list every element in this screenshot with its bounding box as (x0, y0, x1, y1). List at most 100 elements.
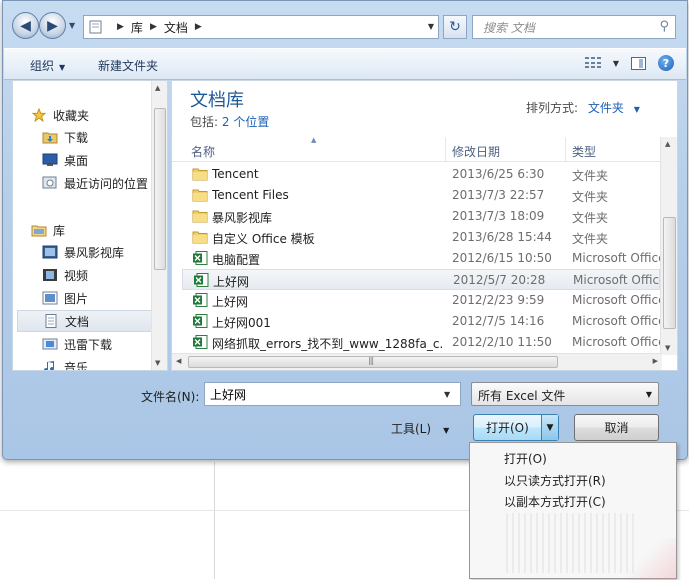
organize-button[interactable]: 组织 ▼ (30, 57, 65, 74)
column-date[interactable]: 修改日期 (452, 143, 500, 160)
menu-item-open-as-copy[interactable]: 以副本方式打开(C) (504, 493, 606, 510)
file-name: 网络抓取_errors_找不到_www_1288fa_c... (212, 337, 442, 351)
file-type: Microsoft Office (573, 273, 663, 287)
column-divider[interactable] (565, 137, 566, 161)
breadcrumb-separator-icon[interactable]: ▶ (150, 22, 157, 32)
tools-menu-button[interactable]: 工具(L) ▼ (391, 420, 449, 437)
refresh-button[interactable]: ↻ (443, 15, 467, 39)
nav-scrollbar[interactable]: ▲ ▼ (151, 81, 167, 370)
arrange-label: 排列方式: (526, 101, 579, 115)
scroll-up-icon[interactable]: ▲ (665, 140, 670, 148)
history-dropdown-icon[interactable]: ▼ (69, 21, 75, 30)
scroll-down-icon[interactable]: ▼ (155, 359, 160, 367)
excel-icon (193, 335, 208, 349)
scroll-left-icon[interactable]: ◀ (176, 357, 181, 365)
nav-item-desktop[interactable]: 桌面 (42, 149, 167, 171)
file-name: Tencent (212, 167, 259, 181)
command-toolbar: 组织 ▼ 新建文件夹 ▼ ? (4, 48, 686, 80)
nav-item-music[interactable]: 音乐 (42, 356, 167, 370)
search-icon[interactable]: ⚲ (659, 19, 669, 34)
menu-item-open[interactable]: 打开(O) (504, 450, 547, 467)
preview-pane-icon[interactable] (631, 56, 646, 70)
includes-locations-link[interactable]: 2 个位置 (222, 115, 269, 129)
address-dropdown-icon[interactable]: ▼ (428, 22, 434, 31)
chevron-down-icon: ▼ (59, 63, 66, 72)
column-name[interactable]: 名称 (191, 143, 215, 160)
document-icon (45, 314, 57, 328)
table-row[interactable]: Tencent Files 2013/7/3 22:57 文件夹 (182, 185, 660, 206)
table-row[interactable]: 上好网 2012/2/23 9:59 Microsoft Office (182, 290, 662, 311)
file-type-select[interactable]: 所有 Excel 文件 ▼ (471, 382, 659, 406)
breadcrumb-library[interactable]: 库 (131, 19, 143, 36)
filename-dropdown-icon[interactable]: ▼ (444, 390, 450, 399)
excel-icon (193, 314, 208, 328)
nav-item-thunder-downloads[interactable]: 迅雷下载 (42, 333, 167, 355)
file-type: 文件夹 (572, 232, 609, 246)
chevron-down-icon[interactable]: ▼ (613, 59, 619, 68)
address-bar[interactable]: ▶ 库 ▶ 文档 ▶ ▼ (83, 15, 439, 39)
library-includes: 包括: 2 个位置 (190, 113, 269, 130)
file-name: 上好网001 (212, 316, 271, 330)
cancel-button[interactable]: 取消 (574, 414, 659, 441)
column-headers: ▲ 名称 修改日期 类型 (172, 136, 662, 162)
file-list-horizontal-scrollbar[interactable]: ◀ ||| ▶ (172, 353, 662, 370)
folder-icon (192, 231, 208, 244)
nav-item-label: 下载 (64, 130, 89, 145)
open-button[interactable]: 打开(O) ▼ (473, 414, 559, 441)
forward-button[interactable]: ▶ (39, 12, 66, 39)
vertical-scroll-thumb[interactable] (663, 217, 676, 329)
nav-item-videos[interactable]: 视频 (42, 264, 167, 286)
nav-item-documents[interactable]: 文档 (17, 310, 153, 332)
filename-input[interactable] (204, 382, 461, 406)
table-row[interactable]: 上好网001 2012/7/5 14:16 Microsoft Office (182, 311, 662, 332)
includes-label: 包括: (190, 115, 219, 129)
breadcrumb-separator-icon[interactable]: ▶ (195, 22, 202, 32)
chevron-down-icon[interactable]: ▼ (634, 105, 640, 114)
file-type: Microsoft Office (572, 314, 662, 328)
file-list-vertical-scrollbar[interactable]: ▲ ▼ (660, 137, 677, 355)
table-row[interactable]: 暴风影视库 2013/7/3 18:09 文件夹 (182, 206, 660, 227)
table-row[interactable]: Tencent 2013/6/25 6:30 文件夹 (182, 164, 660, 185)
video-library-icon (42, 245, 58, 259)
scroll-up-icon[interactable]: ▲ (155, 84, 160, 92)
scroll-right-icon[interactable]: ▶ (653, 357, 658, 365)
help-icon[interactable]: ? (658, 55, 674, 71)
file-name: Tencent Files (212, 188, 289, 202)
nav-favorites[interactable]: 收藏夹 (31, 104, 167, 126)
nav-scroll-thumb[interactable] (154, 108, 166, 270)
nav-item-storm-video-library[interactable]: 暴风影视库 (42, 241, 167, 263)
back-button[interactable]: ◀ (12, 12, 39, 39)
table-row[interactable]: 上好网 2012/5/7 20:28 Microsoft Office (182, 269, 663, 290)
nav-item-label: 迅雷下载 (64, 337, 113, 352)
column-type[interactable]: 类型 (572, 143, 596, 160)
menu-shadow-artifact (626, 538, 676, 580)
breadcrumb-separator-icon[interactable]: ▶ (117, 22, 124, 32)
thunder-download-icon (42, 338, 58, 350)
nav-item-downloads[interactable]: 下载 (42, 126, 167, 148)
music-icon (44, 361, 55, 370)
menu-item-open-read-only[interactable]: 以只读方式打开(R) (504, 472, 606, 489)
view-options-icon[interactable] (584, 57, 601, 69)
nav-item-recent-places[interactable]: 最近访问的位置 (42, 172, 167, 194)
libraries-icon (31, 225, 47, 237)
breadcrumb-documents[interactable]: 文档 (164, 19, 188, 36)
nav-item-label: 文档 (65, 314, 90, 329)
search-input[interactable]: 搜索 文档 ⚲ (472, 15, 676, 39)
scroll-grip-icon: ||| (368, 356, 374, 365)
nav-libraries[interactable]: 库 (31, 219, 167, 241)
arrow-left-icon: ◀ (20, 17, 31, 34)
table-row[interactable]: 网络抓取_errors_找不到_www_1288fa_c... 2012/2/10… (182, 332, 662, 353)
scroll-down-icon[interactable]: ▼ (665, 344, 670, 352)
file-date: 2012/5/7 20:28 (453, 273, 546, 287)
nav-item-label: 最近访问的位置 (64, 176, 149, 191)
open-file-dialog: ◀ ▶ ▼ ▶ 库 ▶ 文档 ▶ ▼ ↻ 搜索 文档 ⚲ 组织 ▼ 新建文件夹 (2, 0, 688, 460)
file-date: 2013/7/3 22:57 (452, 188, 545, 202)
column-divider[interactable] (445, 137, 446, 161)
nav-item-pictures[interactable]: 图片 (42, 287, 167, 309)
open-dropdown-arrow-icon[interactable]: ▼ (541, 415, 558, 440)
new-folder-button[interactable]: 新建文件夹 (98, 57, 158, 74)
file-date: 2013/6/28 15:44 (452, 230, 552, 244)
arrange-by-dropdown[interactable]: 文件夹 (588, 101, 624, 115)
table-row[interactable]: 自定义 Office 模板 2013/6/28 15:44 文件夹 (182, 227, 660, 248)
table-row[interactable]: 电脑配置 2012/6/15 10:50 Microsoft Office (182, 248, 662, 269)
